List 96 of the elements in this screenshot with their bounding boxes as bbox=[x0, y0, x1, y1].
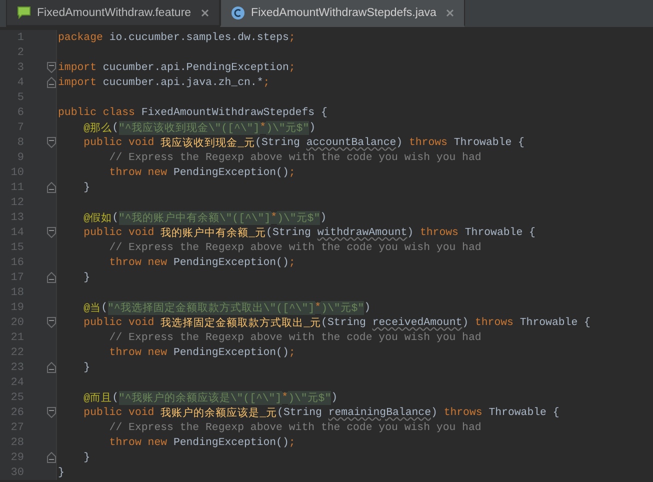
code-text: PendingException() bbox=[172, 346, 289, 358]
code-text: PendingException() bbox=[172, 436, 289, 448]
close-icon[interactable] bbox=[201, 8, 210, 16]
annotation: @那么 bbox=[82, 122, 112, 134]
string-literal: )\"元$" bbox=[266, 120, 310, 134]
keyword: throws bbox=[408, 136, 448, 148]
keyword: import bbox=[58, 62, 96, 74]
code-text: Throwable { bbox=[452, 136, 524, 148]
string-literal: )\"元$" bbox=[288, 390, 332, 404]
semicolon: ; bbox=[288, 346, 296, 358]
keyword: throws bbox=[444, 406, 482, 418]
code-text: Throwable { bbox=[488, 406, 560, 418]
code-text: ) bbox=[309, 122, 316, 134]
keyword: public void bbox=[82, 406, 154, 418]
semicolon: ; bbox=[288, 32, 296, 44]
code-text: PendingException() bbox=[172, 256, 289, 268]
code-text: } bbox=[82, 272, 90, 284]
string-literal: "^我选择固定金额取款方式取出\"([^\"] bbox=[108, 300, 315, 314]
semicolon: ; bbox=[263, 76, 270, 88]
keyword: public class bbox=[58, 106, 135, 118]
editor-tab[interactable]: FixedAmountWithdrawStepdefs.java bbox=[220, 0, 466, 27]
parameter-name: accountBalance bbox=[306, 136, 396, 148]
keyword: throw new bbox=[108, 436, 168, 448]
fold-marker-icon[interactable] bbox=[47, 362, 56, 373]
code-text: cucumber.api.PendingException bbox=[102, 62, 289, 74]
annotation: @而且 bbox=[82, 392, 112, 404]
semicolon: ; bbox=[288, 436, 296, 448]
fold-marker-icon[interactable] bbox=[47, 317, 56, 328]
keyword: public void bbox=[82, 226, 154, 238]
code-text: ) bbox=[364, 302, 371, 314]
parameter-name: remainingBalance bbox=[328, 406, 431, 418]
speech-bubble-icon bbox=[17, 6, 31, 19]
keyword: throw new bbox=[108, 256, 168, 268]
fold-marker-icon[interactable] bbox=[47, 62, 56, 73]
fold-marker-icon[interactable] bbox=[47, 182, 56, 193]
keyword: throw new bbox=[108, 346, 168, 358]
fold-marker-icon[interactable] bbox=[47, 77, 56, 88]
code-text: FixedAmountWithdrawStepdefs { bbox=[140, 106, 328, 118]
editor-tab[interactable]: FixedAmountWithdraw.feature bbox=[6, 0, 220, 27]
string-literal: )\"元$" bbox=[277, 210, 320, 224]
fold-marker-icon[interactable] bbox=[47, 137, 56, 148]
fold-marker-icon[interactable] bbox=[47, 407, 56, 418]
code-text: ( bbox=[101, 302, 108, 314]
code-text: ) bbox=[430, 406, 438, 418]
close-icon[interactable] bbox=[446, 8, 454, 16]
code-text: } bbox=[58, 466, 64, 478]
code-comment: // Express the Regexp above with the code you wish you had bbox=[108, 242, 482, 254]
semicolon: ; bbox=[288, 62, 296, 74]
string-literal: "^我应该收到现金\"([^\"] bbox=[118, 120, 260, 134]
fold-marker-icon[interactable] bbox=[47, 227, 56, 238]
code-text: (String bbox=[255, 136, 301, 148]
code-text: PendingException() bbox=[172, 166, 289, 178]
code-text: ( bbox=[112, 392, 118, 404]
string-literal: "^我账户的余额应该是\"([^\"] bbox=[118, 390, 282, 404]
string-literal: )\"元$" bbox=[321, 300, 364, 314]
keyword: import bbox=[58, 76, 96, 88]
parameter-name: withdrawAmount bbox=[317, 226, 408, 238]
method-name: 我应该收到现金_元 bbox=[160, 136, 256, 150]
code-text: ( bbox=[112, 122, 118, 134]
method-name: 我选择固定金额取款方式取出_元 bbox=[160, 316, 322, 330]
code-text: } bbox=[82, 452, 90, 464]
keyword: throws bbox=[474, 316, 514, 328]
method-name: 我的账户中有余额_元 bbox=[160, 226, 266, 240]
code-text: cucumber.api.java.zh_cn.* bbox=[102, 76, 264, 88]
code-comment: // Express the Regexp above with the code you wish you had bbox=[108, 152, 482, 164]
code-text: ( bbox=[112, 212, 118, 224]
string-literal: "^我的账户中有余额\"([^\"] bbox=[118, 210, 271, 224]
code-text: } bbox=[82, 362, 90, 374]
code-text: ) bbox=[320, 212, 327, 224]
code-text: ) bbox=[396, 136, 404, 148]
annotation: @当 bbox=[82, 302, 102, 314]
method-name: 我账户的余额应该是_元 bbox=[160, 406, 278, 420]
code-text: ) bbox=[331, 392, 338, 404]
code-text: ) bbox=[407, 226, 415, 238]
keyword: public void bbox=[82, 136, 154, 148]
fold-marker-icon[interactable] bbox=[47, 452, 56, 463]
keyword: throws bbox=[420, 226, 458, 238]
semicolon: ; bbox=[288, 166, 296, 178]
semicolon: ; bbox=[288, 256, 296, 268]
keyword: package bbox=[58, 32, 103, 44]
code-text: io.cucumber.samples.dw.steps bbox=[108, 32, 289, 44]
code-comment: // Express the Regexp above with the code you wish you had bbox=[108, 422, 482, 434]
code-text: } bbox=[82, 182, 90, 194]
class-icon bbox=[231, 6, 246, 20]
code-text: (String bbox=[321, 316, 367, 328]
code-text: (String bbox=[277, 406, 323, 418]
annotation: @假如 bbox=[82, 212, 112, 224]
fold-marker-icon[interactable] bbox=[47, 272, 56, 283]
parameter-name: receivedAmount bbox=[372, 316, 462, 328]
keyword: throw new bbox=[108, 166, 168, 178]
code-comment: // Express the Regexp above with the code you wish you had bbox=[108, 332, 482, 344]
code-text: (String bbox=[266, 226, 312, 238]
code-text: Throwable { bbox=[464, 226, 536, 238]
keyword: public void bbox=[82, 316, 154, 328]
code-text: ) bbox=[462, 316, 470, 328]
code-text: Throwable { bbox=[518, 316, 590, 328]
